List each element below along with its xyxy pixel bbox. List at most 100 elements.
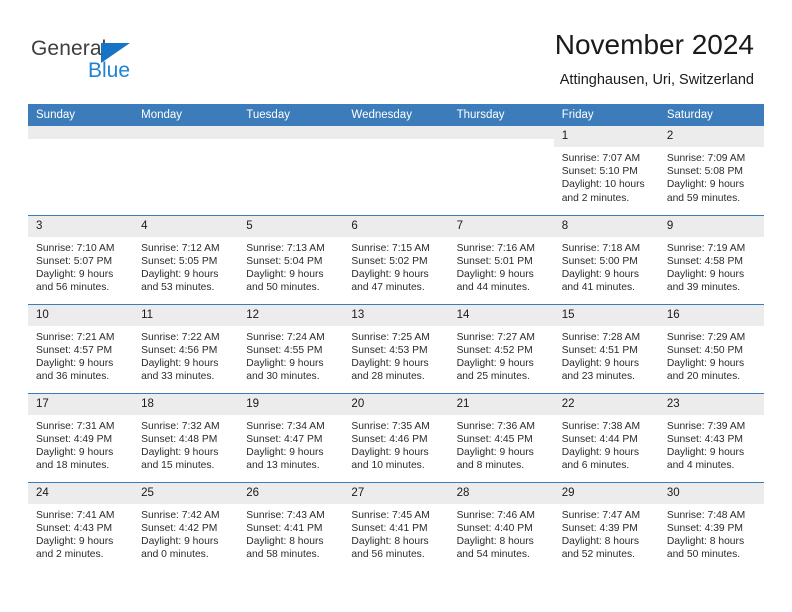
- day-number: 15: [553, 304, 659, 326]
- day-number: 4: [133, 215, 239, 237]
- general-blue-logo[interactable]: General Blue: [31, 37, 211, 89]
- daylight-text: Daylight: 9 hours and 4 minutes.: [666, 446, 745, 472]
- calendar-day-cell[interactable]: 17 Sunrise: 7:31 AM Sunset: 4:49 PM Dayligh…: [28, 392, 134, 482]
- calendar-day-cell[interactable]: 3 Sunrise: 7:10 AM Sunset: 5:07 PM Daylight…: [28, 214, 134, 304]
- calendar-day-cell[interactable]: 5 Sunrise: 7:13 AM Sunset: 5:04 PM Daylight…: [238, 214, 344, 304]
- daylight-text: Daylight: 9 hours and 0 minutes.: [141, 535, 219, 561]
- calendar-day-cell[interactable]: 12 Sunrise: 7:24 AM Sunset: 4:55 PM Dayligh…: [238, 303, 344, 393]
- calendar-day-cell[interactable]: 28 Sunrise: 7:46 AM Sunset: 4:40 PM Dayligh…: [448, 481, 554, 571]
- day-number: 2: [658, 126, 764, 147]
- sunset-text: Sunset: 4:39 PM: [561, 522, 638, 534]
- calendar-day-cell[interactable]: 9 Sunrise: 7:19 AM Sunset: 4:58 PM Daylight…: [658, 214, 764, 304]
- day-details: Sunrise: 7:38 AM Sunset: 4:44 PM Daylight:…: [554, 415, 659, 473]
- day-cell-inner: 11 Sunrise: 7:22 AM Sunset: 4:56 PM Dayligh…: [133, 304, 239, 393]
- calendar-day-cell[interactable]: 18 Sunrise: 7:32 AM Sunset: 4:48 PM Dayligh…: [133, 392, 239, 482]
- sunrise-text: Sunrise: 7:38 AM: [561, 420, 641, 432]
- calendar-day-cell[interactable]: 21 Sunrise: 7:36 AM Sunset: 4:45 PM Dayligh…: [448, 392, 554, 482]
- calendar-day-cell[interactable]: 16 Sunrise: 7:29 AM Sunset: 4:50 PM Dayligh…: [658, 303, 764, 393]
- day-details: Sunrise: 7:41 AM Sunset: 4:43 PM Daylight:…: [28, 504, 133, 562]
- calendar-day-cell[interactable]: 14 Sunrise: 7:27 AM Sunset: 4:52 PM Dayligh…: [448, 303, 554, 393]
- day-cell-inner: [343, 126, 449, 215]
- calendar-day-cell[interactable]: 25 Sunrise: 7:42 AM Sunset: 4:42 PM Dayligh…: [133, 481, 239, 572]
- calendar-day-cell[interactable]: 23 Sunrise: 7:39 AM Sunset: 4:43 PM Dayligh…: [658, 392, 764, 482]
- day-cell-inner: 26 Sunrise: 7:43 AM Sunset: 4:41 PM Dayligh…: [238, 482, 344, 572]
- day-details: Sunrise: 7:36 AM Sunset: 4:45 PM Daylight:…: [449, 415, 554, 473]
- calendar-day-cell[interactable]: 6 Sunrise: 7:15 AM Sunset: 5:02 PM Daylight…: [343, 214, 449, 304]
- day-number: 23: [658, 393, 764, 415]
- sunrise-text: Sunrise: 7:13 AM: [246, 242, 325, 254]
- day-number: 1: [553, 126, 659, 147]
- day-details: Sunrise: 7:18 AM Sunset: 5:00 PM Daylight:…: [554, 237, 659, 295]
- sunrise-text: Sunrise: 7:28 AM: [561, 331, 641, 343]
- calendar-day-cell[interactable]: 8 Sunrise: 7:18 AM Sunset: 5:00 PM Daylight…: [553, 214, 659, 304]
- day-details: Sunrise: 7:48 AM Sunset: 4:39 PM Daylight:…: [659, 504, 764, 562]
- calendar-day-cell[interactable]: 4 Sunrise: 7:12 AM Sunset: 5:05 PM Daylight…: [133, 214, 239, 304]
- calendar-grid: Sunday Monday Tuesday Wednesday Thursday…: [28, 104, 764, 571]
- calendar-day-cell[interactable]: 29 Sunrise: 7:47 AM Sunset: 4:39 PM Dayligh…: [553, 481, 659, 571]
- logo-text-general: General: [31, 37, 107, 60]
- sunrise-text: Sunrise: 7:45 AM: [351, 509, 430, 521]
- day-number: 18: [133, 393, 239, 415]
- daylight-text: Daylight: 9 hours and 39 minutes.: [666, 268, 745, 294]
- calendar-week-row: 24 Sunrise: 7:41 AM Sunset: 4:43 PM Dayligh…: [28, 481, 764, 572]
- calendar-day-cell[interactable]: 10 Sunrise: 7:21 AM Sunset: 4:57 PM Dayligh…: [28, 303, 134, 393]
- day-cell-inner: 16 Sunrise: 7:29 AM Sunset: 4:50 PM Dayligh…: [658, 304, 764, 393]
- day-cell-inner: 23 Sunrise: 7:39 AM Sunset: 4:43 PM Dayligh…: [658, 393, 764, 482]
- calendar-day-cell[interactable]: 7 Sunrise: 7:16 AM Sunset: 5:01 PM Daylight…: [448, 214, 554, 304]
- daylight-text: Daylight: 8 hours and 56 minutes.: [351, 535, 429, 561]
- day-cell-inner: 9 Sunrise: 7:19 AM Sunset: 4:58 PM Daylight…: [658, 215, 764, 304]
- day-number: 17: [28, 393, 134, 415]
- day-cell-inner: 5 Sunrise: 7:13 AM Sunset: 5:04 PM Daylight…: [238, 215, 344, 304]
- day-details: Sunrise: 7:35 AM Sunset: 4:46 PM Daylight:…: [343, 415, 448, 473]
- day-number: 21: [448, 393, 554, 415]
- sunrise-text: Sunrise: 7:43 AM: [246, 509, 325, 521]
- day-details: Sunrise: 7:42 AM Sunset: 4:42 PM Daylight:…: [133, 504, 238, 562]
- sunrise-text: Sunrise: 7:41 AM: [36, 509, 115, 521]
- day-details: Sunrise: 7:10 AM Sunset: 5:07 PM Daylight:…: [28, 237, 133, 295]
- day-details: Sunrise: 7:27 AM Sunset: 4:52 PM Daylight:…: [449, 326, 554, 384]
- day-number: 26: [238, 482, 344, 504]
- day-cell-inner: 25 Sunrise: 7:42 AM Sunset: 4:42 PM Dayligh…: [133, 482, 239, 572]
- sunrise-text: Sunrise: 7:10 AM: [36, 242, 115, 254]
- sunrise-text: Sunrise: 7:07 AM: [561, 153, 641, 164]
- calendar-day-cell[interactable]: 26 Sunrise: 7:43 AM Sunset: 4:41 PM Dayligh…: [238, 481, 344, 572]
- calendar-day-cell[interactable]: 1 Sunrise: 7:07 AM Sunset: 5:10 PM Daylight…: [553, 126, 659, 215]
- day-details: Sunrise: 7:12 AM Sunset: 5:05 PM Daylight:…: [133, 237, 238, 295]
- day-cell-inner: 18 Sunrise: 7:32 AM Sunset: 4:48 PM Dayligh…: [133, 393, 239, 482]
- sunset-text: Sunset: 4:43 PM: [666, 433, 743, 445]
- day-details: Sunrise: 7:31 AM Sunset: 4:49 PM Daylight:…: [28, 415, 133, 473]
- calendar-day-cell-empty: [238, 126, 344, 215]
- sunset-text: Sunset: 4:57 PM: [36, 344, 113, 356]
- calendar-day-cell[interactable]: 13 Sunrise: 7:25 AM Sunset: 4:53 PM Dayligh…: [343, 303, 449, 393]
- daylight-text: Daylight: 8 hours and 54 minutes.: [456, 535, 534, 561]
- sunrise-text: Sunrise: 7:25 AM: [351, 331, 430, 343]
- sunset-text: Sunset: 5:07 PM: [36, 255, 113, 267]
- title-block: November 2024 Attinghausen, Uri, Switzer…: [555, 28, 754, 89]
- sunset-text: Sunset: 4:52 PM: [456, 344, 533, 356]
- calendar-day-cell[interactable]: 19 Sunrise: 7:34 AM Sunset: 4:47 PM Dayligh…: [238, 392, 344, 482]
- calendar-day-cell[interactable]: 15 Sunrise: 7:28 AM Sunset: 4:51 PM Dayligh…: [553, 303, 659, 393]
- day-details: Sunrise: 7:22 AM Sunset: 4:56 PM Daylight:…: [133, 326, 238, 384]
- calendar-day-cell[interactable]: 22 Sunrise: 7:38 AM Sunset: 4:44 PM Dayligh…: [553, 392, 659, 482]
- day-details: Sunrise: 7:47 AM Sunset: 4:39 PM Daylight:…: [554, 504, 659, 562]
- sunset-text: Sunset: 5:05 PM: [141, 255, 218, 267]
- calendar-day-cell[interactable]: 30 Sunrise: 7:48 AM Sunset: 4:39 PM Dayligh…: [658, 481, 764, 571]
- calendar-day-cell-empty: [28, 126, 134, 215]
- calendar-day-cell[interactable]: 2 Sunrise: 7:09 AM Sunset: 5:08 PM Daylight…: [658, 126, 764, 215]
- calendar-day-cell[interactable]: 27 Sunrise: 7:45 AM Sunset: 4:41 PM Dayligh…: [343, 481, 449, 571]
- calendar-day-cell[interactable]: 11 Sunrise: 7:22 AM Sunset: 4:56 PM Dayligh…: [133, 303, 239, 393]
- sunset-text: Sunset: 5:01 PM: [456, 255, 533, 267]
- sunset-text: Sunset: 4:47 PM: [246, 433, 323, 445]
- day-cell-inner: 6 Sunrise: 7:15 AM Sunset: 5:02 PM Daylight…: [343, 215, 449, 304]
- sunrise-text: Sunrise: 7:32 AM: [141, 420, 220, 432]
- sunset-text: Sunset: 4:48 PM: [141, 433, 218, 445]
- day-number: 24: [28, 482, 134, 504]
- calendar-day-cell[interactable]: 20 Sunrise: 7:35 AM Sunset: 4:46 PM Dayligh…: [343, 392, 449, 482]
- page-header: General Blue November 2024 Attinghausen,…: [0, 0, 792, 104]
- calendar-day-cell-empty: [343, 126, 449, 215]
- day-number: 10: [28, 304, 134, 326]
- day-details: Sunrise: 7:46 AM Sunset: 4:40 PM Daylight:…: [449, 504, 554, 562]
- day-details: Sunrise: 7:32 AM Sunset: 4:48 PM Daylight:…: [133, 415, 238, 473]
- sunrise-text: Sunrise: 7:36 AM: [456, 420, 535, 432]
- calendar-day-cell[interactable]: 24 Sunrise: 7:41 AM Sunset: 4:43 PM Dayligh…: [28, 481, 134, 571]
